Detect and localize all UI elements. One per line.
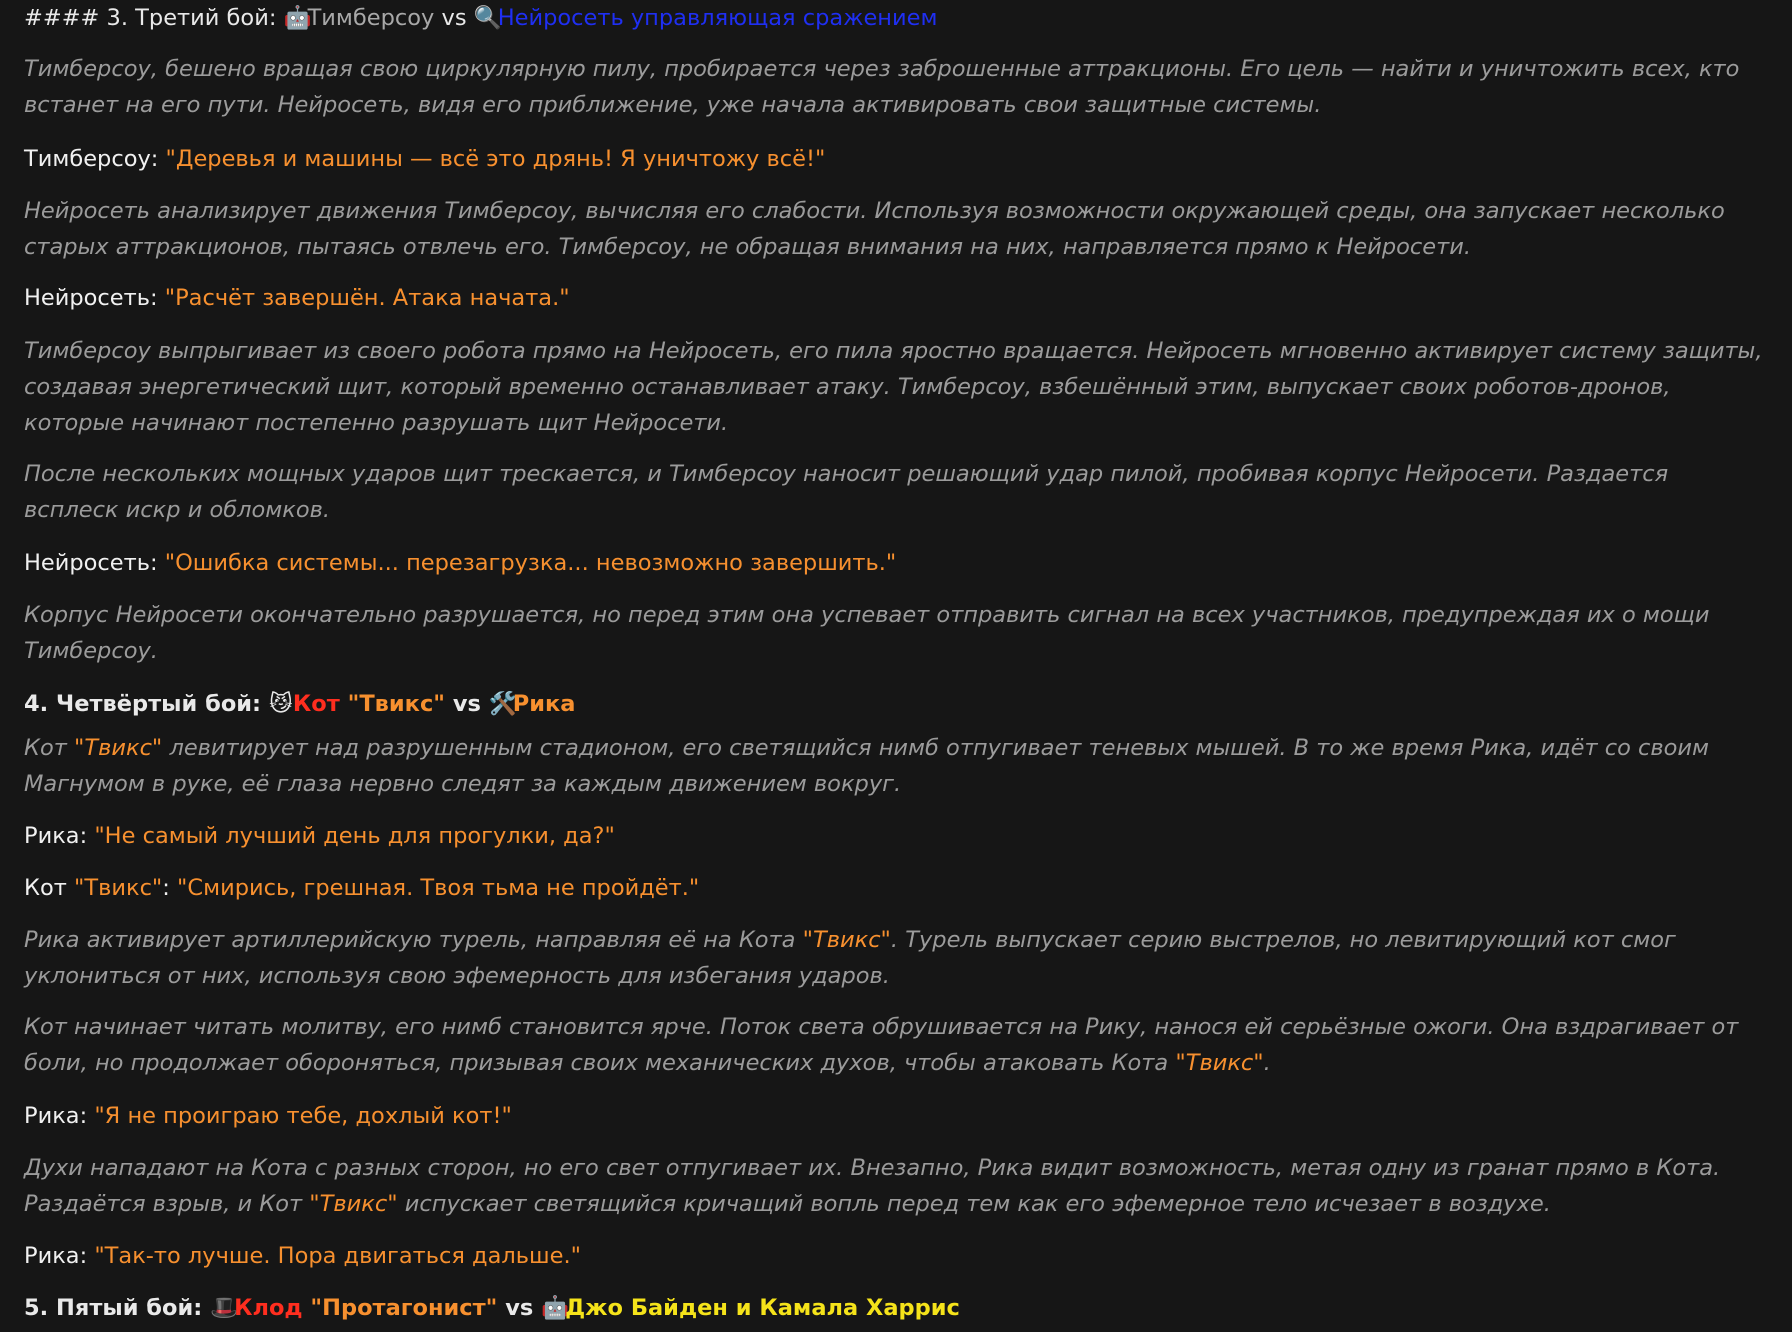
dialogue-line: Нейросеть: "Ошибка системы... перезагруз… (24, 545, 896, 581)
chat-message: #### 3. Третий бой: 🤖Тимберсоу vs 🔍Нейро… (0, 0, 1792, 1332)
narration-paragraph: Кот "Твикс" левитирует над разрушенным с… (24, 730, 1764, 802)
robot-icon: 🤖 (541, 1295, 570, 1321)
battle-4-prefix: 4. Четвёртый бой: (24, 691, 269, 717)
battle-4-fighter-1-nickname: "Твикс" (347, 691, 446, 717)
battle-4-vs: vs (445, 691, 489, 717)
magnifier-icon: 🔍 (473, 5, 502, 31)
speaker-name: Нейросеть: (24, 550, 165, 576)
narration-text: испускает светящийся кричащий вопль пере… (397, 1191, 1551, 1217)
battle-5-prefix: 5. Пятый бой: (24, 1295, 211, 1321)
cat-icon: 😼 (269, 691, 293, 717)
narration-paragraph: Рика активирует артиллерийскую турель, н… (24, 922, 1764, 994)
character-nickname: "Твикс" (1175, 1050, 1264, 1076)
battle-5-heading: 5. Пятый бой: 🎩Клод "Протагонист" vs 🤖Дж… (24, 1290, 960, 1326)
dialogue-line: Тимберсоу: "Деревья и машины — всё это д… (24, 141, 825, 177)
character-nickname: "Твикс" (309, 1191, 398, 1217)
battle-3-heading: #### 3. Третий бой: 🤖Тимберсоу vs 🔍Нейро… (24, 0, 937, 36)
speaker-name: Кот (24, 875, 74, 901)
character-nickname: "Твикс" (802, 927, 891, 953)
narration-text: Кот начинает читать молитву, его нимб ст… (24, 1014, 1739, 1076)
character-nickname: "Твикс" (74, 735, 163, 761)
battle-4-fighter-1: Кот (292, 691, 348, 717)
dialogue-line: Кот "Твикс": "Смирись, грешная. Твоя тьм… (24, 870, 699, 906)
dialogue-quote: "Смирись, грешная. Твоя тьма не пройдёт.… (177, 875, 700, 901)
dialogue-line: Рика: "Я не проиграю тебе, дохлый кот!" (24, 1098, 512, 1134)
battle-3-prefix: #### 3. Третий бой: (24, 5, 284, 31)
dialogue-quote: "Так-то лучше. Пора двигаться дальше." (94, 1243, 581, 1269)
speaker-name: Рика: (24, 823, 95, 849)
narration-paragraph: Тимберсоу, бешено вращая свою циркулярну… (24, 56, 1740, 118)
speaker-colon: : (162, 875, 178, 901)
tools-icon: 🛠️ (488, 691, 517, 717)
dialogue-quote: "Я не проиграю тебе, дохлый кот!" (94, 1103, 512, 1129)
battle-4-heading: 4. Четвёртый бой: 😼Кот "Твикс" vs 🛠️Рика (24, 686, 575, 722)
dialogue-quote: "Ошибка системы... перезагрузка... невоз… (164, 550, 897, 576)
narration-paragraph: После нескольких мощных ударов щит треск… (24, 461, 1669, 523)
battle-4-fighter-2: Рика (512, 691, 576, 717)
robot-icon: 🤖 (283, 5, 312, 31)
speaker-name: Нейросеть: (24, 285, 165, 311)
dialogue-quote: "Расчёт завершён. Атака начата." (164, 285, 570, 311)
speaker-name: Тимберсоу: (24, 146, 166, 172)
dialogue-line: Рика: "Не самый лучший день для прогулки… (24, 818, 615, 854)
narration-text: Рика активирует артиллерийскую турель, н… (24, 927, 803, 953)
narration-paragraph: Духи нападают на Кота с разных сторон, н… (24, 1150, 1764, 1222)
speaker-name: Рика: (24, 1243, 95, 1269)
narration-paragraph: Тимберсоу выпрыгивает из своего робота п… (24, 338, 1763, 436)
battle-3-fighter-2: Нейросеть управляющая сражением (497, 5, 938, 31)
battle-3-vs: vs (434, 5, 474, 31)
top-hat-icon: 🎩 (210, 1295, 239, 1321)
narration-paragraph: Кот начинает читать молитву, его нимб ст… (24, 1009, 1774, 1081)
dialogue-quote: "Не самый лучший день для прогулки, да?" (94, 823, 615, 849)
narration-text: Кот (24, 735, 74, 761)
dialogue-quote: "Деревья и машины — всё это дрянь! Я уни… (165, 146, 826, 172)
battle-5-fighter-2: Джо Байден и Камала Харрис (565, 1295, 960, 1321)
battle-5-vs: vs (497, 1295, 542, 1321)
narration-paragraph: Корпус Нейросети окончательно разрушаетс… (24, 602, 1710, 664)
dialogue-line: Нейросеть: "Расчёт завершён. Атака начат… (24, 280, 570, 316)
speaker-name: Рика: (24, 1103, 95, 1129)
battle-3-fighter-1: Тимберсоу (307, 5, 435, 31)
dialogue-line: Рика: "Так-то лучше. Пора двигаться даль… (24, 1238, 581, 1274)
narration-text: . (1263, 1050, 1271, 1076)
narration-text: левитирует над разрушенным стадионом, ег… (24, 735, 1710, 797)
narration-paragraph: Нейросеть анализирует движения Тимберсоу… (24, 198, 1725, 260)
speaker-nickname: "Твикс" (74, 875, 163, 901)
battle-5-fighter-1: Клод (234, 1295, 311, 1321)
battle-5-fighter-1-nickname: "Протагонист" (310, 1295, 498, 1321)
